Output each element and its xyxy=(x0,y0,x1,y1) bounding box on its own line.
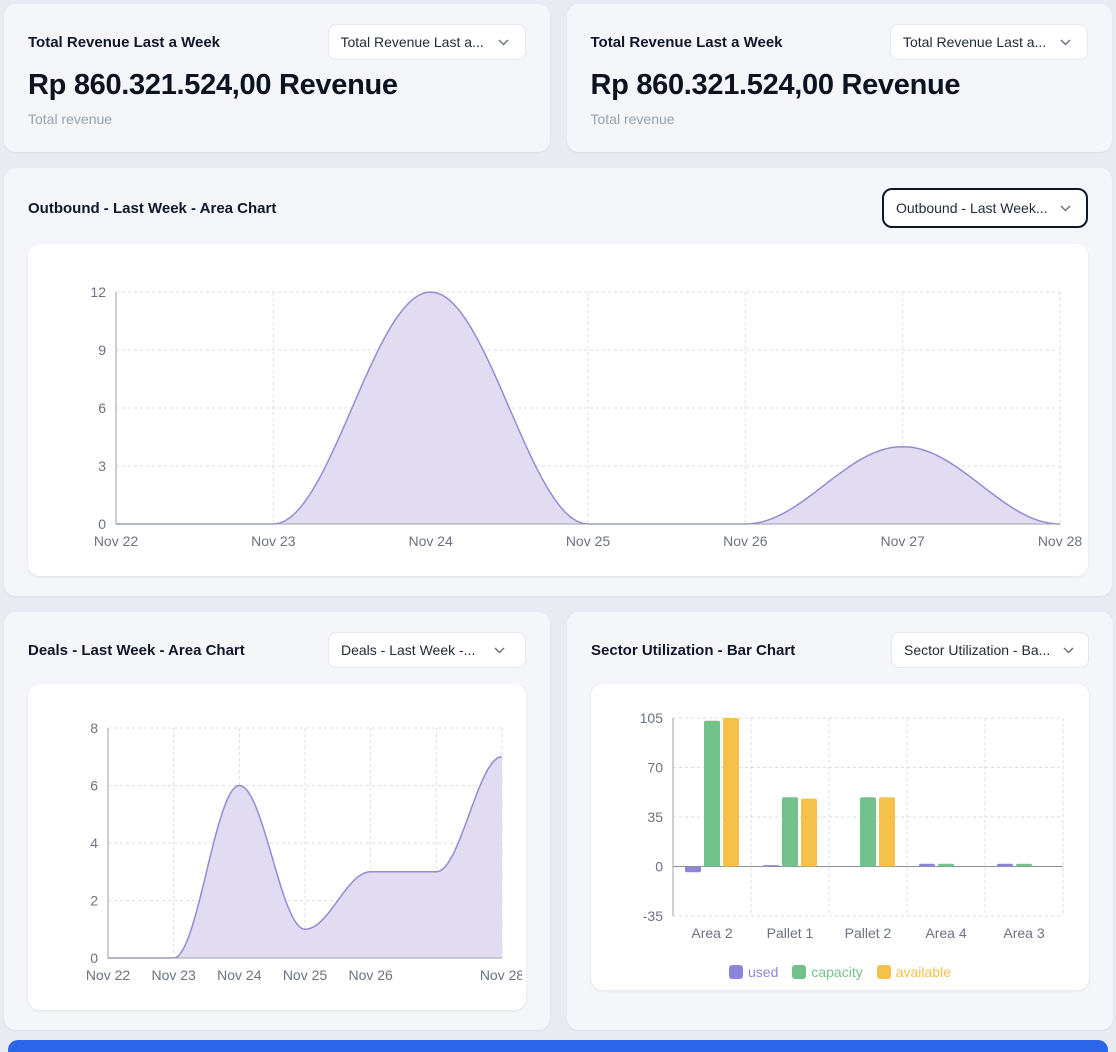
svg-text:0: 0 xyxy=(655,859,663,875)
legend-swatch xyxy=(729,965,743,979)
dropdown-value: Total Revenue Last a... xyxy=(903,34,1046,50)
svg-text:Nov 24: Nov 24 xyxy=(408,533,453,549)
revenue-card-2: Total Revenue Last a Week Total Revenue … xyxy=(567,4,1113,152)
sector-bar-chart: -35 0 35 70 105 Area 2 Pallet 1 Pallet 2 Area 4 A… xyxy=(595,692,1085,956)
chevron-down-icon xyxy=(1060,205,1071,212)
svg-text:Nov 28: Nov 28 xyxy=(480,967,522,983)
sector-card-title: Sector Utilization - Bar Chart xyxy=(591,642,795,659)
legend-item-capacity[interactable]: capacity xyxy=(792,964,862,980)
sector-card: Sector Utilization - Bar Chart Sector Ut… xyxy=(567,612,1113,1030)
revenue-card-1: Total Revenue Last a Week Total Revenue … xyxy=(4,4,550,152)
legend-label: used xyxy=(748,964,778,980)
svg-text:Nov 23: Nov 23 xyxy=(151,967,196,983)
revenue-value: Rp 860.321.524,00 Revenue xyxy=(28,69,526,102)
outbound-dropdown[interactable]: Outbound - Last Week... xyxy=(882,188,1088,228)
legend-item-available[interactable]: available xyxy=(877,964,951,980)
deals-area-chart: 0 2 4 6 8 Nov 22 Nov 23 Nov 24 Nov 25 Nov 26 Nov 2… xyxy=(32,692,522,1004)
chevron-down-icon xyxy=(498,39,509,46)
dashboard-page: Total Revenue Last a Week Total Revenue … xyxy=(0,0,1116,1052)
svg-text:6: 6 xyxy=(90,778,98,794)
outbound-chart-panel: 0 3 6 9 12 Nov 22 Nov 23 Nov 24 Nov 25 Nov 26 Nov … xyxy=(28,244,1088,576)
svg-text:0: 0 xyxy=(98,516,106,532)
svg-text:Nov 25: Nov 25 xyxy=(566,533,611,549)
dropdown-value: Sector Utilization - Ba... xyxy=(904,642,1050,658)
svg-text:Pallet 2: Pallet 2 xyxy=(845,925,892,941)
dropdown-value: Outbound - Last Week... xyxy=(896,200,1048,216)
deals-card-title: Deals - Last Week - Area Chart xyxy=(28,642,245,659)
svg-text:Nov 27: Nov 27 xyxy=(880,533,925,549)
revenue-subtitle: Total revenue xyxy=(28,111,526,127)
svg-text:Nov 24: Nov 24 xyxy=(217,967,262,983)
svg-text:70: 70 xyxy=(647,760,663,776)
legend-swatch xyxy=(792,965,806,979)
dropdown-value: Deals - Last Week -... xyxy=(341,642,475,658)
revenue-card-2-title: Total Revenue Last a Week xyxy=(591,34,783,51)
dropdown-value: Total Revenue Last a... xyxy=(341,34,484,50)
revenue-card-2-dropdown[interactable]: Total Revenue Last a... xyxy=(890,24,1088,60)
legend-label: available xyxy=(896,964,951,980)
revenue-value: Rp 860.321.524,00 Revenue xyxy=(591,69,1089,102)
revenue-card-1-dropdown[interactable]: Total Revenue Last a... xyxy=(328,24,526,60)
bottom-row: Deals - Last Week - Area Chart Deals - L… xyxy=(4,612,1112,1030)
svg-text:9: 9 xyxy=(98,342,106,358)
svg-text:12: 12 xyxy=(90,284,106,300)
deals-dropdown[interactable]: Deals - Last Week -... xyxy=(328,632,526,668)
chevron-down-icon xyxy=(494,647,505,654)
svg-text:-35: -35 xyxy=(643,908,663,924)
revenue-row: Total Revenue Last a Week Total Revenue … xyxy=(4,4,1112,152)
svg-text:0: 0 xyxy=(90,950,98,966)
bottom-card-edge xyxy=(8,1040,1108,1052)
revenue-subtitle: Total revenue xyxy=(591,111,1089,127)
deals-card: Deals - Last Week - Area Chart Deals - L… xyxy=(4,612,550,1030)
svg-text:3: 3 xyxy=(98,458,106,474)
svg-text:8: 8 xyxy=(90,720,98,736)
svg-text:35: 35 xyxy=(647,809,663,825)
sector-dropdown[interactable]: Sector Utilization - Ba... xyxy=(891,632,1089,668)
svg-text:105: 105 xyxy=(640,710,664,726)
svg-text:Nov 22: Nov 22 xyxy=(94,533,139,549)
outbound-card: Outbound - Last Week - Area Chart Outbou… xyxy=(4,168,1112,596)
svg-text:6: 6 xyxy=(98,400,106,416)
legend-swatch xyxy=(877,965,891,979)
sector-chart-legend: used capacity available xyxy=(595,956,1085,984)
svg-text:Nov 26: Nov 26 xyxy=(723,533,768,549)
legend-label: capacity xyxy=(811,964,862,980)
svg-text:Nov 23: Nov 23 xyxy=(251,533,296,549)
chevron-down-icon xyxy=(1063,647,1074,654)
svg-text:Nov 28: Nov 28 xyxy=(1038,533,1083,549)
outbound-card-title: Outbound - Last Week - Area Chart xyxy=(28,200,276,217)
svg-text:Area 4: Area 4 xyxy=(925,925,966,941)
svg-text:4: 4 xyxy=(90,835,98,851)
chevron-down-icon xyxy=(1060,39,1071,46)
svg-text:Nov 25: Nov 25 xyxy=(283,967,328,983)
svg-text:Area 2: Area 2 xyxy=(691,925,732,941)
deals-chart-panel: 0 2 4 6 8 Nov 22 Nov 23 Nov 24 Nov 25 Nov 26 Nov 2… xyxy=(28,684,526,1010)
svg-text:Nov 26: Nov 26 xyxy=(348,967,393,983)
svg-text:Nov 22: Nov 22 xyxy=(86,967,131,983)
revenue-card-1-title: Total Revenue Last a Week xyxy=(28,34,220,51)
svg-text:Pallet 1: Pallet 1 xyxy=(767,925,814,941)
legend-item-used[interactable]: used xyxy=(729,964,778,980)
sector-chart-panel: -35 0 35 70 105 Area 2 Pallet 1 Pallet 2 Area 4 A… xyxy=(591,684,1089,990)
svg-text:Area 3: Area 3 xyxy=(1003,925,1044,941)
outbound-area-chart: 0 3 6 9 12 Nov 22 Nov 23 Nov 24 Nov 25 Nov 26 Nov … xyxy=(32,252,1084,570)
svg-text:2: 2 xyxy=(90,893,98,909)
